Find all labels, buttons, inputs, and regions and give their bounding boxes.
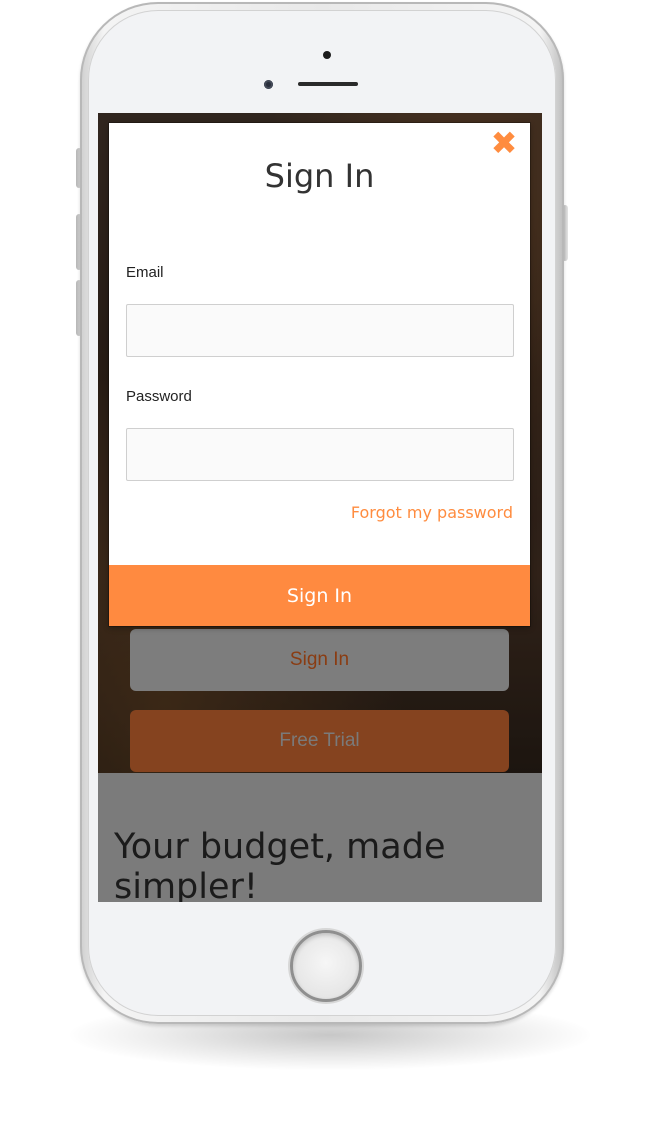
front-camera [323,51,331,59]
home-button[interactable] [290,930,362,1002]
free-trial-button[interactable]: Free Trial [130,710,509,772]
close-icon[interactable]: ✖ [486,125,522,161]
modal-title: Sign In [264,157,375,195]
proximity-sensor [264,80,273,89]
sign-in-modal: ✖ Sign In Email Password Forgot my passw… [109,123,530,626]
mockup-stage: Sign In Free Trial Your budget, made sim… [0,0,656,1132]
sign-in-submit-button[interactable]: Sign In [109,565,530,626]
earpiece-speaker [298,82,358,86]
tagline-heading: Your budget, made simpler! [114,827,446,902]
email-input[interactable] [126,304,514,357]
password-input[interactable] [126,428,514,481]
forgot-password-link[interactable]: Forgot my password [351,503,513,522]
phone-screen: Sign In Free Trial Your budget, made sim… [98,113,542,902]
password-label: Password [126,388,192,405]
email-label: Email [126,264,164,281]
background-sign-in-button[interactable]: Sign In [130,629,509,691]
